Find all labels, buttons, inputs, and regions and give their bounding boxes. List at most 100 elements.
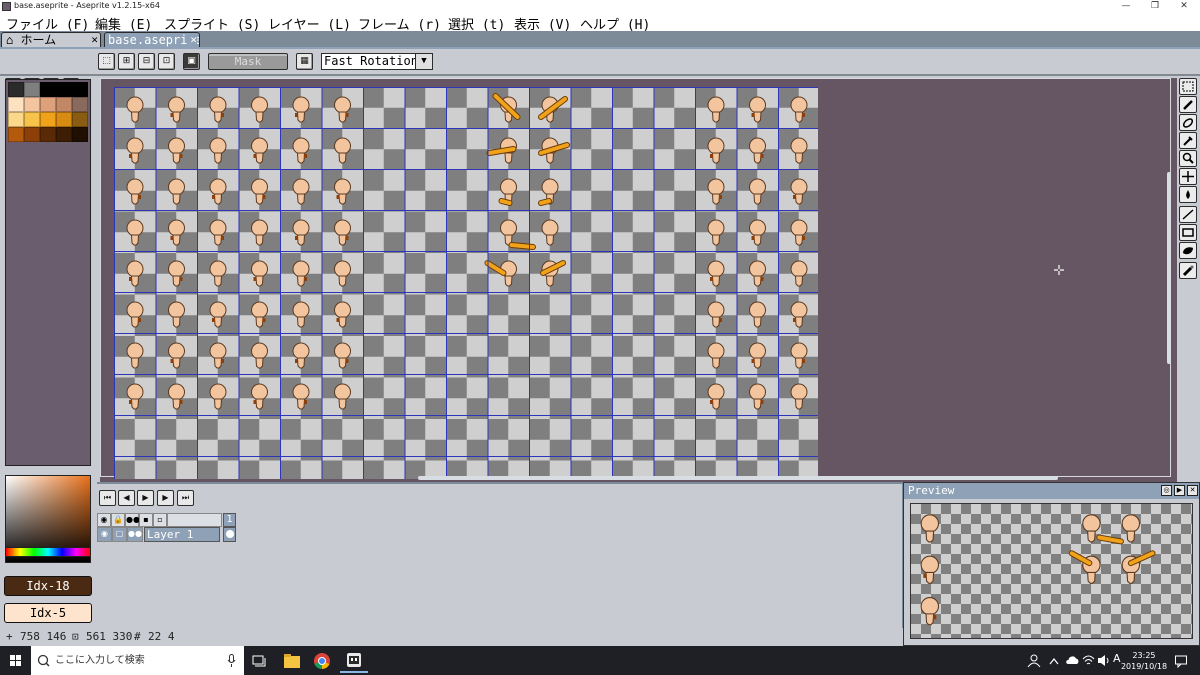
sprite-canvas[interactable] — [114, 87, 818, 479]
editor-viewport[interactable] — [100, 78, 1171, 479]
layer-row[interactable]: ◉ ▢ ●● Layer 1 — [97, 527, 237, 542]
palette-swatch[interactable] — [40, 97, 56, 112]
timeline-empty-area[interactable] — [97, 542, 902, 628]
transparent-color-button[interactable]: ▦ — [296, 53, 313, 70]
tab-home-close-icon[interactable]: ✕ — [91, 33, 98, 47]
editor-horizontal-scrollbar[interactable] — [418, 476, 1058, 480]
close-window-button[interactable]: ✕ — [1171, 0, 1197, 13]
layer-lock-icon[interactable]: ▢ — [112, 527, 127, 542]
previous-frame-button[interactable]: ◀ — [118, 490, 135, 506]
action-center-notification-icon[interactable] — [1174, 654, 1188, 668]
eraser-tool[interactable] — [1179, 114, 1197, 131]
file-explorer-icon[interactable] — [278, 649, 306, 673]
palette-grid[interactable] — [5, 79, 91, 466]
layer-continuous-icon[interactable]: ●● — [127, 527, 143, 542]
rectangle-tool[interactable] — [1179, 224, 1197, 241]
people-icon[interactable] — [1027, 654, 1041, 668]
contour-tool[interactable] — [1179, 242, 1197, 259]
move-tool[interactable] — [1179, 168, 1197, 185]
taskbar-clock[interactable]: 23:25 2019/10/18 — [1120, 650, 1168, 672]
palette-swatch[interactable] — [24, 112, 40, 127]
palette-swatch[interactable] — [72, 82, 88, 97]
palette-swatch[interactable] — [8, 97, 24, 112]
preview-center-icon[interactable]: ◎ — [1161, 485, 1172, 496]
layer-group-header-icon[interactable]: ▪ — [139, 513, 153, 527]
palette-swatch[interactable] — [24, 82, 40, 97]
selection-replace-button[interactable]: ⬚ — [98, 53, 115, 70]
tab-home[interactable]: ⌂ ホーム ✕ — [1, 32, 101, 48]
marquee-icon — [1182, 81, 1194, 92]
dropdown-arrow-icon[interactable]: ▼ — [415, 54, 432, 69]
paint-bucket-tool[interactable] — [1179, 186, 1197, 203]
aseprite-app-icon — [2, 2, 11, 11]
eyedropper-tool[interactable] — [1179, 132, 1197, 149]
background-color-button[interactable]: Idx-5 — [4, 603, 92, 623]
pencil-tool[interactable] — [1179, 96, 1197, 113]
preview-close-icon[interactable]: ✕ — [1187, 485, 1198, 496]
palette-swatch[interactable] — [40, 82, 56, 97]
first-frame-button[interactable]: ⏮ — [99, 490, 116, 506]
tab-file-close-icon[interactable]: ✕ — [188, 33, 197, 47]
palette-swatch[interactable] — [40, 112, 56, 127]
selection-add-button[interactable]: ⊞ — [118, 53, 135, 70]
preview-title: Preview — [904, 483, 1199, 499]
sprite-editor[interactable] — [97, 76, 1177, 482]
play-button[interactable]: ▶ — [137, 490, 154, 506]
aseprite-taskbar-icon[interactable] — [340, 649, 368, 673]
microphone-icon[interactable] — [227, 654, 236, 667]
minimize-button[interactable]: — — [1113, 0, 1139, 13]
rotation-algorithm-select[interactable]: Fast Rotation ▼ — [321, 53, 433, 70]
line-tool[interactable] — [1179, 206, 1197, 223]
task-view-icon[interactable] — [245, 649, 273, 673]
volume-icon[interactable] — [1097, 654, 1110, 667]
continuous-header-icon[interactable]: ●● — [125, 513, 140, 527]
layer-name[interactable]: Layer 1 — [144, 527, 220, 542]
tab-base-aseprite[interactable]: base.aseprite ✕ — [104, 32, 200, 48]
frame-header[interactable]: 1 — [223, 513, 236, 527]
taskbar-search-box[interactable]: ここに入力して検索 — [31, 646, 244, 675]
palette-swatch[interactable] — [8, 127, 24, 142]
last-frame-button[interactable]: ⏭ — [177, 490, 194, 506]
selection-intersect-button[interactable]: ⊡ — [158, 53, 175, 70]
mask-button[interactable]: Mask — [208, 53, 288, 70]
palette-swatch[interactable] — [24, 127, 40, 142]
visibility-header-eye-icon[interactable]: ◉ — [97, 513, 111, 527]
onedrive-cloud-icon[interactable] — [1065, 655, 1079, 665]
palette-swatch[interactable] — [24, 97, 40, 112]
lock-header-icon[interactable]: 🔒 — [111, 513, 125, 527]
windows-start-icon[interactable] — [0, 646, 31, 675]
cursor-position: 758 146 — [20, 630, 67, 643]
new-layer-header-icon[interactable]: ▫ — [153, 513, 167, 527]
pixel-perfect-toggle-button[interactable]: ▣ — [183, 53, 200, 70]
chrome-icon[interactable] — [308, 649, 336, 673]
palette-swatch[interactable] — [56, 127, 72, 142]
palette-swatch[interactable] — [72, 97, 88, 112]
line-icon — [1182, 209, 1194, 220]
window-title-bar: base.aseprite - Aseprite v1.2.15-x64 — ❐… — [0, 0, 1200, 13]
show-hidden-icons-icon[interactable] — [1048, 656, 1060, 666]
layers-header: ◉ 🔒 ●● ▪ ▫ — [97, 513, 237, 527]
palette-swatch[interactable] — [56, 82, 72, 97]
rectangular-marquee-tool[interactable] — [1179, 78, 1197, 95]
palette-swatch[interactable] — [40, 127, 56, 142]
cel-frame-1[interactable] — [223, 527, 236, 542]
zoom-tool[interactable] — [1179, 150, 1197, 167]
palette-swatch[interactable] — [72, 127, 88, 142]
blur-tool[interactable] — [1179, 262, 1197, 279]
network-icon[interactable] — [1082, 654, 1095, 667]
restore-button[interactable]: ❐ — [1142, 0, 1168, 13]
layer-visibility-eye-icon[interactable]: ◉ — [97, 527, 112, 542]
grid-size-icon: # — [134, 630, 141, 643]
palette-swatch[interactable] — [56, 97, 72, 112]
preview-play-icon[interactable]: ▶ — [1174, 485, 1185, 496]
palette-swatch[interactable] — [56, 112, 72, 127]
preview-canvas[interactable] — [910, 503, 1193, 639]
palette-swatch[interactable] — [8, 112, 24, 127]
next-frame-button[interactable]: ▶ — [157, 490, 174, 506]
palette-swatch[interactable] — [72, 112, 88, 127]
selection-subtract-button[interactable]: ⊟ — [138, 53, 155, 70]
editor-vertical-scrollbar[interactable] — [1167, 172, 1171, 364]
foreground-color-button[interactable]: Idx-18 — [4, 576, 92, 596]
palette-swatch[interactable] — [8, 82, 24, 97]
hue-slider[interactable] — [5, 547, 91, 557]
